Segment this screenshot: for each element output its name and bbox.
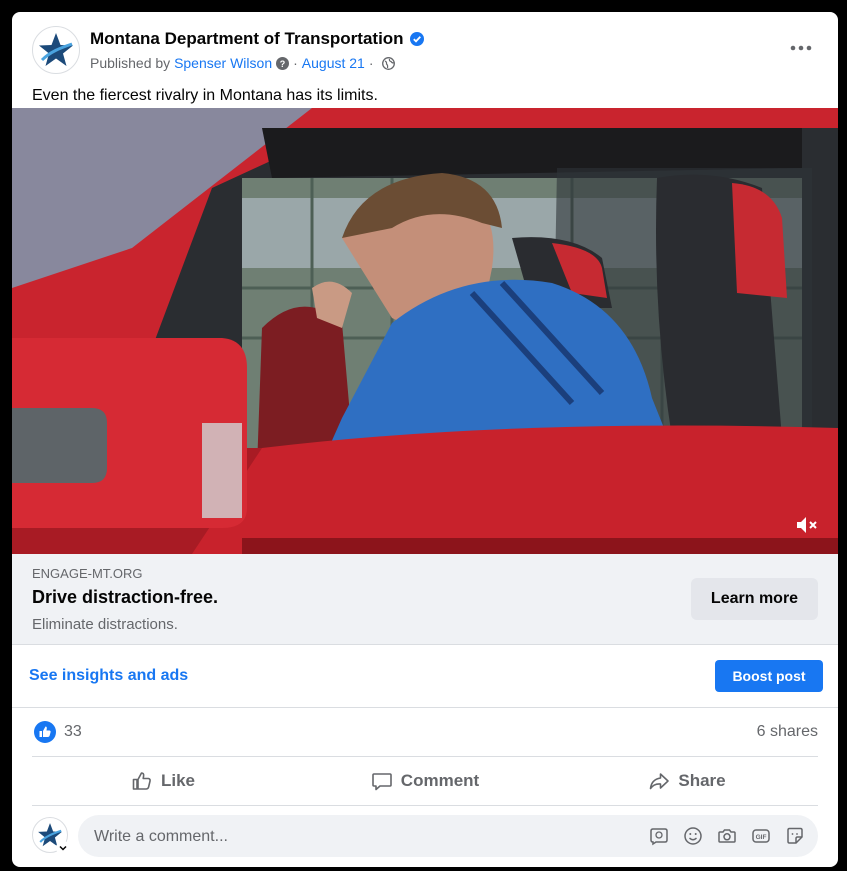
link-description: Eliminate distractions. <box>32 616 178 633</box>
like-label: Like <box>160 771 196 790</box>
comment-input[interactable] <box>92 815 616 859</box>
comment-icon <box>371 770 393 792</box>
mdt-star-logo-icon <box>39 33 73 66</box>
page-name-text[interactable]: Montana Department of Transportation <box>90 29 404 49</box>
more-options-icon[interactable] <box>786 38 816 58</box>
share-icon <box>648 770 670 792</box>
reactions-summary[interactable]: 33 <box>34 721 82 743</box>
svg-text:?: ? <box>280 59 286 69</box>
post-meta: Published by Spenser Wilson ? · August 2… <box>90 55 395 71</box>
post-date-link[interactable]: August 21 <box>302 55 365 71</box>
share-button[interactable]: Share <box>556 757 818 805</box>
video-frame <box>12 108 838 554</box>
link-domain: ENGAGE-MT.ORG <box>32 566 143 581</box>
comment-button[interactable]: Comment <box>294 757 556 805</box>
reactions-count: 33 <box>64 723 82 740</box>
meta-separator: · <box>368 55 374 71</box>
avatar-sticker-icon[interactable] <box>648 825 670 847</box>
boost-post-button[interactable]: Boost post <box>715 660 823 692</box>
like-button[interactable]: Like <box>32 757 294 805</box>
sticker-icon[interactable] <box>784 825 806 847</box>
page-avatar[interactable] <box>32 26 80 74</box>
shares-count[interactable]: 6 shares <box>757 723 818 741</box>
like-reaction-icon <box>34 721 56 743</box>
post-actions: Like Comment Share <box>32 757 818 806</box>
post-header: Montana Department of Transportation Pub… <box>12 12 838 108</box>
page-name[interactable]: Montana Department of Transportation <box>90 29 424 49</box>
see-insights-link[interactable]: See insights and ads <box>29 667 188 685</box>
chevron-down-icon[interactable] <box>56 841 70 855</box>
comment-label: Comment <box>400 771 480 790</box>
learn-more-button[interactable]: Learn more <box>691 578 818 620</box>
author-link[interactable]: Spenser Wilson <box>174 55 272 71</box>
svg-text:GIF: GIF <box>756 834 767 841</box>
link-title[interactable]: Drive distraction-free. <box>32 587 218 608</box>
video-player[interactable] <box>12 108 838 554</box>
published-by-label: Published by <box>90 55 171 71</box>
post-text: Even the fiercest rivalry in Montana has… <box>32 87 378 104</box>
meta-separator: · <box>293 55 298 71</box>
thumbs-up-icon <box>131 770 153 792</box>
share-label: Share <box>678 771 726 790</box>
globe-icon <box>381 56 395 70</box>
insights-bar: See insights and ads Boost post <box>12 645 838 708</box>
comment-composer: GIF <box>32 815 818 859</box>
comment-tools: GIF <box>648 825 806 847</box>
verified-badge-icon <box>409 32 424 46</box>
gif-icon[interactable]: GIF <box>750 825 772 847</box>
comment-input-wrapper: GIF <box>78 815 818 859</box>
help-circle-icon[interactable]: ? <box>276 56 290 70</box>
link-preview[interactable]: ENGAGE-MT.ORG Drive distraction-free. El… <box>12 554 838 645</box>
post-stats: 33 6 shares <box>32 708 818 757</box>
mute-icon[interactable] <box>794 515 820 540</box>
camera-icon[interactable] <box>716 825 738 847</box>
post-card: Montana Department of Transportation Pub… <box>12 12 838 867</box>
emoji-icon[interactable] <box>682 825 704 847</box>
